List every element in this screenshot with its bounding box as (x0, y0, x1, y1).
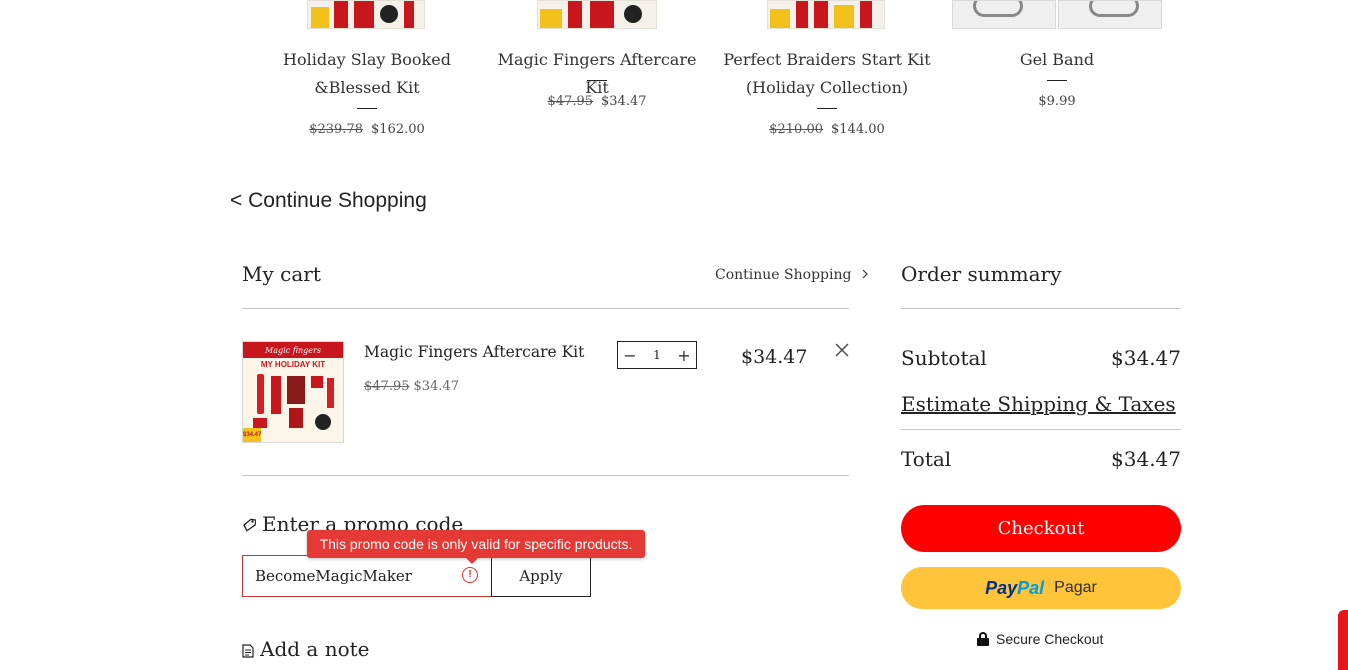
old-price: $47.95 (364, 379, 410, 394)
checkout-button[interactable]: Checkout (901, 505, 1181, 552)
promo-code-input[interactable] (242, 555, 492, 597)
continue-shopping-button[interactable]: Continue Shopping (715, 267, 868, 283)
order-summary-title: Order summary (901, 262, 1062, 286)
divider (357, 108, 377, 109)
cart-title: My cart (242, 262, 321, 286)
divider (587, 80, 607, 81)
sale-price: $162.00 (371, 122, 425, 137)
add-note-toggle[interactable]: Add a note (242, 637, 369, 663)
minus-icon[interactable]: − (622, 346, 638, 365)
paypal-logo: Pay (985, 577, 1018, 598)
secure-checkout-label: Secure Checkout (996, 631, 1104, 647)
note-icon (242, 639, 254, 663)
divider (817, 108, 837, 109)
continue-shopping-label: Continue Shopping (715, 267, 852, 283)
error-tooltip: This promo code is only valid for specif… (307, 530, 645, 558)
sale-price: $144.00 (831, 122, 885, 137)
cart-item-name[interactable]: Magic Fingers Aftercare Kit (364, 343, 584, 361)
subtotal-value: $34.47 (1111, 346, 1181, 370)
product-name-line: Gel Band (1019, 50, 1095, 69)
product-price: $210.00 $144.00 (717, 122, 937, 137)
quantity-stepper[interactable]: − 1 + (617, 341, 697, 369)
cart-item-image[interactable]: Magic fingers MY HOLIDAY KIT $34.47 (242, 341, 344, 443)
sale-price: $9.99 (1038, 94, 1076, 109)
total-value: $34.47 (1111, 447, 1181, 471)
old-price: $210.00 (769, 122, 823, 137)
divider (901, 308, 1181, 309)
product-price: $9.99 (947, 94, 1167, 109)
divider (1047, 80, 1067, 81)
kit-heading: MY HOLIDAY KIT (260, 360, 326, 369)
plus-icon[interactable]: + (676, 346, 692, 365)
subtotal-label: Subtotal (901, 346, 987, 370)
divider (242, 475, 849, 476)
product-name-line: (Holiday Collection) (745, 78, 909, 97)
chat-widget-tab[interactable] (1338, 610, 1348, 670)
product-name[interactable]: Gel Band (947, 46, 1167, 74)
product-thumbnail[interactable] (537, 0, 657, 29)
divider (901, 429, 1181, 430)
error-icon: ! (462, 567, 478, 583)
product-name[interactable]: Perfect Braiders Start Kit (Holiday Coll… (717, 46, 937, 102)
price-badge: $34.47 (243, 428, 261, 442)
old-price: $47.95 (547, 94, 594, 109)
tooltip-arrow (465, 557, 479, 564)
product-name[interactable]: Holiday Slay Booked &Blessed Kit (257, 46, 477, 102)
tag-icon (242, 514, 257, 538)
paypal-action-label: Pagar (1054, 579, 1097, 596)
product-name-line: &Blessed Kit (314, 78, 420, 97)
secure-checkout: Secure Checkout (977, 631, 1103, 647)
quantity-value[interactable]: 1 (653, 348, 661, 362)
divider (242, 308, 849, 309)
add-note-label: Add a note (260, 637, 370, 661)
apply-button[interactable]: Apply (491, 555, 591, 597)
paypal-logo: Pal (1017, 577, 1045, 598)
continue-shopping-link[interactable]: < Continue Shopping (230, 189, 427, 213)
product-thumbnail[interactable] (952, 0, 1056, 29)
cart-item-total: $34.47 (741, 346, 808, 368)
product-price: $47.95 $34.47 (487, 94, 707, 109)
product-price: $239.78 $162.00 (257, 122, 477, 137)
total-label: Total (901, 447, 952, 471)
product-thumbnail[interactable] (767, 0, 885, 29)
product-thumbnail[interactable] (307, 0, 425, 29)
cart-item-price: $47.95 $34.47 (364, 379, 459, 394)
brand-logo-text: Magic fingers (265, 346, 321, 355)
paypal-button[interactable]: Pay Pal Pagar (901, 567, 1181, 609)
product-thumbnail[interactable] (1058, 0, 1162, 29)
sale-price: $34.47 (413, 379, 460, 394)
close-icon[interactable] (833, 341, 851, 359)
estimate-shipping-link[interactable]: Estimate Shipping & Taxes (901, 392, 1176, 416)
lock-icon (977, 632, 989, 646)
product-name-line: Perfect Braiders Start Kit (723, 50, 931, 69)
sale-price: $34.47 (601, 94, 647, 109)
chevron-right-icon (862, 267, 868, 283)
product-name-line: Holiday Slay Booked (283, 50, 451, 69)
old-price: $239.78 (309, 122, 363, 137)
